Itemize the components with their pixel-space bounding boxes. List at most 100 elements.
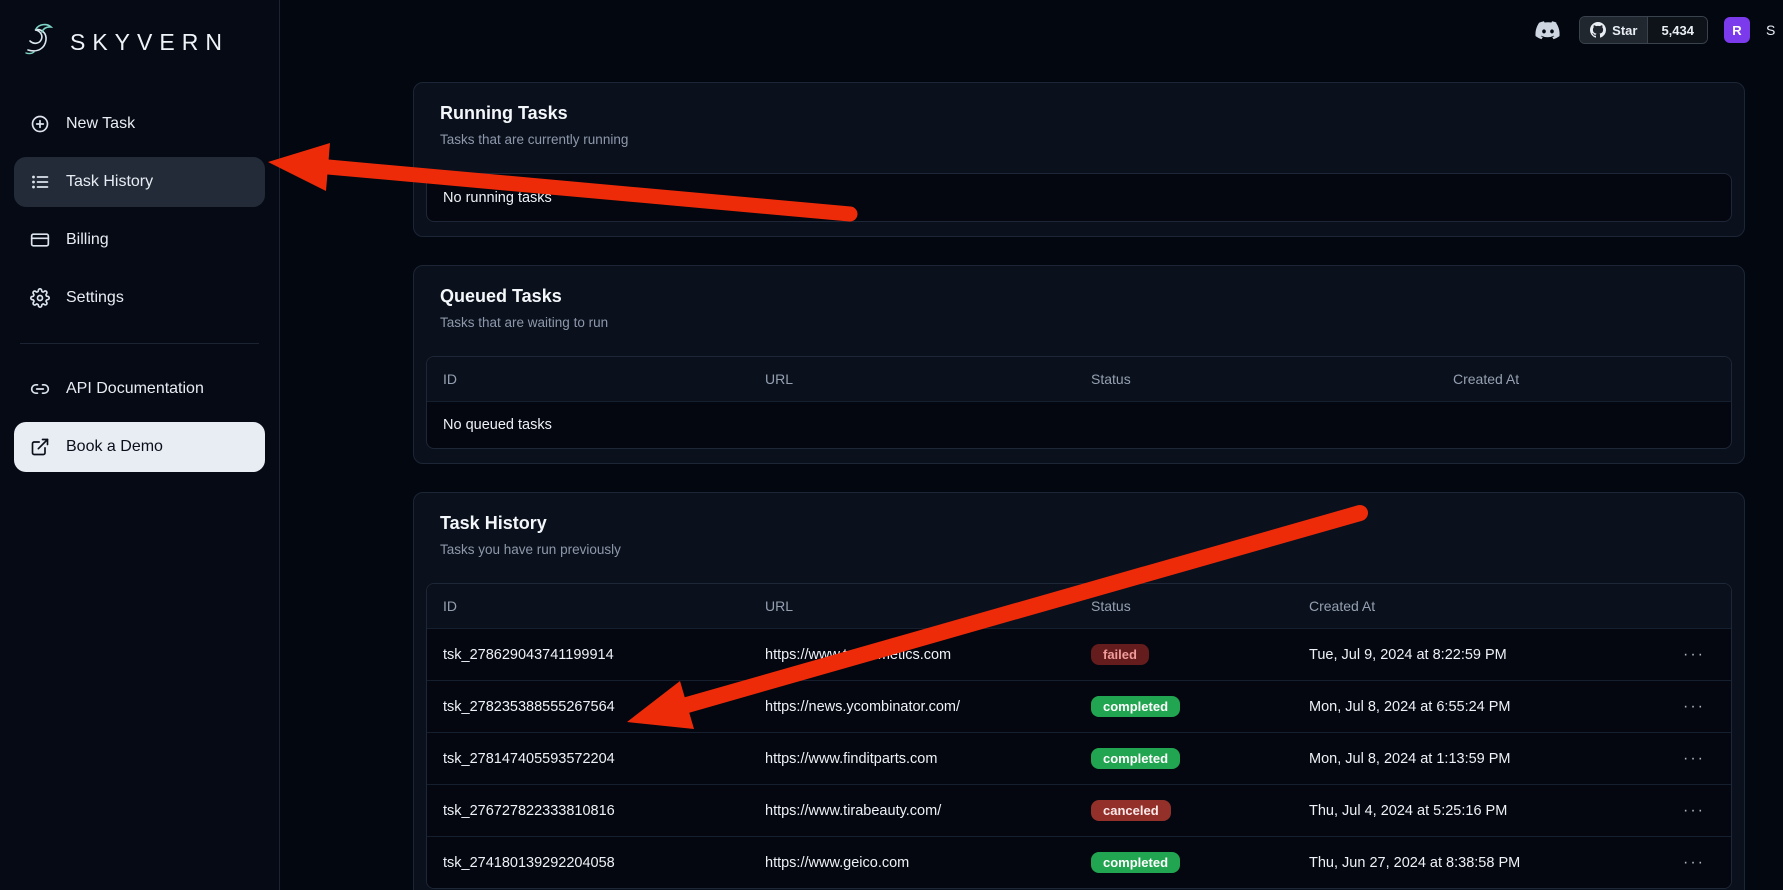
sidebar-item-api-documentation[interactable]: API Documentation bbox=[14, 364, 265, 414]
task-url: https://www.finditparts.com bbox=[749, 751, 1075, 767]
github-star-count: 5,434 bbox=[1647, 17, 1707, 43]
column-header-status: Status bbox=[1075, 371, 1437, 387]
discord-icon[interactable] bbox=[1533, 19, 1563, 41]
task-created-at: Thu, Jul 4, 2024 at 5:25:16 PM bbox=[1293, 803, 1623, 819]
task-actions-cell: ··· bbox=[1623, 698, 1731, 716]
task-id: tsk_278147405593572204 bbox=[427, 751, 749, 767]
column-header-created-at: Created At bbox=[1293, 598, 1623, 614]
empty-message: No queued tasks bbox=[427, 417, 1731, 433]
task-history-header: Task History Tasks you have run previous… bbox=[414, 493, 1744, 575]
gear-icon bbox=[30, 288, 50, 308]
running-tasks-header: Running Tasks Tasks that are currently r… bbox=[414, 83, 1744, 165]
plus-circle-icon bbox=[30, 114, 50, 134]
sidebar-item-label: New Task bbox=[66, 115, 135, 133]
task-status-cell: completed bbox=[1075, 696, 1293, 717]
queued-tasks-table: ID URL Status Created At No queued tasks bbox=[426, 356, 1732, 449]
list-icon bbox=[30, 172, 50, 192]
sidebar-item-label: Book a Demo bbox=[66, 438, 163, 456]
table-header-row: ID URL Status Created At bbox=[427, 584, 1731, 628]
task-actions-cell: ··· bbox=[1623, 646, 1731, 664]
row-actions-button[interactable]: ··· bbox=[1683, 854, 1705, 871]
running-tasks-table: No running tasks bbox=[426, 173, 1732, 222]
task-url: https://www.geico.com bbox=[749, 855, 1075, 871]
task-row[interactable]: tsk_276727822333810816 https://www.tirab… bbox=[427, 784, 1731, 836]
status-badge: completed bbox=[1091, 852, 1180, 873]
sidebar-divider bbox=[20, 343, 259, 344]
task-id: tsk_274180139292204058 bbox=[427, 855, 749, 871]
empty-state-row: No running tasks bbox=[427, 174, 1731, 221]
task-id: tsk_278235388555267564 bbox=[427, 699, 749, 715]
task-url: https://news.ycombinator.com/ bbox=[749, 699, 1075, 715]
status-badge: failed bbox=[1091, 644, 1149, 665]
credit-card-icon bbox=[30, 230, 50, 250]
task-row[interactable]: tsk_278235388555267564 https://news.ycom… bbox=[427, 680, 1731, 732]
status-badge: canceled bbox=[1091, 800, 1171, 821]
task-status-cell: failed bbox=[1075, 644, 1293, 665]
sidebar-item-new-task[interactable]: New Task bbox=[14, 99, 265, 149]
topbar: Star 5,434 R S bbox=[280, 0, 1783, 60]
task-actions-cell: ··· bbox=[1623, 802, 1731, 820]
task-status-cell: completed bbox=[1075, 748, 1293, 769]
github-star-button[interactable]: Star 5,434 bbox=[1579, 16, 1708, 44]
skyvern-logo-icon bbox=[20, 20, 60, 65]
task-created-at: Thu, Jun 27, 2024 at 8:38:58 PM bbox=[1293, 855, 1623, 871]
book-a-demo-button[interactable]: Book a Demo bbox=[14, 422, 265, 472]
task-id: tsk_278629043741199914 bbox=[427, 647, 749, 663]
empty-state-row: No queued tasks bbox=[427, 401, 1731, 448]
task-row[interactable]: tsk_278629043741199914 https://www.tecos… bbox=[427, 628, 1731, 680]
card-subtitle: Tasks you have run previously bbox=[440, 542, 1718, 557]
status-badge: completed bbox=[1091, 748, 1180, 769]
task-actions-cell: ··· bbox=[1623, 854, 1731, 872]
logo: SKYVERN bbox=[14, 16, 265, 91]
card-title: Running Tasks bbox=[440, 103, 1718, 124]
row-actions-button[interactable]: ··· bbox=[1683, 646, 1705, 663]
task-actions-cell: ··· bbox=[1623, 750, 1731, 768]
github-star-label: Star bbox=[1612, 23, 1637, 38]
task-row[interactable]: tsk_274180139292204058 https://www.geico… bbox=[427, 836, 1731, 888]
status-badge: completed bbox=[1091, 696, 1180, 717]
card-title: Task History bbox=[440, 513, 1718, 534]
row-actions-button[interactable]: ··· bbox=[1683, 802, 1705, 819]
card-subtitle: Tasks that are waiting to run bbox=[440, 315, 1718, 330]
task-url: https://www.tirabeauty.com/ bbox=[749, 803, 1075, 819]
column-header-url: URL bbox=[749, 598, 1075, 614]
sidebar-item-label: Settings bbox=[66, 289, 124, 307]
column-header-created-at: Created At bbox=[1437, 371, 1731, 387]
sidebar-item-label: Task History bbox=[66, 173, 153, 191]
sidebar-item-settings[interactable]: Settings bbox=[14, 273, 265, 323]
card-subtitle: Tasks that are currently running bbox=[440, 132, 1718, 147]
running-tasks-card: Running Tasks Tasks that are currently r… bbox=[413, 82, 1745, 237]
task-created-at: Mon, Jul 8, 2024 at 6:55:24 PM bbox=[1293, 699, 1623, 715]
table-header-row: ID URL Status Created At bbox=[427, 357, 1731, 401]
sidebar-item-billing[interactable]: Billing bbox=[14, 215, 265, 265]
column-header-id: ID bbox=[427, 371, 749, 387]
sidebar-item-task-history[interactable]: Task History bbox=[14, 157, 265, 207]
app-root: SKYVERN New Task Task History Billing Se… bbox=[0, 0, 1783, 890]
task-status-cell: completed bbox=[1075, 852, 1293, 873]
column-header-url: URL bbox=[749, 371, 1075, 387]
github-icon bbox=[1590, 22, 1606, 38]
queued-tasks-header: Queued Tasks Tasks that are waiting to r… bbox=[414, 266, 1744, 348]
user-name-truncated: S bbox=[1766, 22, 1779, 38]
task-history-table: ID URL Status Created At tsk_27862904374… bbox=[426, 583, 1732, 889]
row-actions-button[interactable]: ··· bbox=[1683, 750, 1705, 767]
task-row[interactable]: tsk_278147405593572204 https://www.findi… bbox=[427, 732, 1731, 784]
main-content: Star 5,434 R S Running Tasks Tasks that … bbox=[280, 0, 1783, 890]
task-url: https://www.tecosmetics.com bbox=[749, 647, 1075, 663]
row-actions-button[interactable]: ··· bbox=[1683, 698, 1705, 715]
sidebar-nav: New Task Task History Billing Settings A… bbox=[14, 99, 265, 472]
sidebar-item-label: Billing bbox=[66, 231, 109, 249]
queued-tasks-card: Queued Tasks Tasks that are waiting to r… bbox=[413, 265, 1745, 464]
external-link-icon bbox=[30, 437, 50, 457]
cards-container: Running Tasks Tasks that are currently r… bbox=[280, 60, 1783, 890]
column-header-id: ID bbox=[427, 598, 749, 614]
task-created-at: Mon, Jul 8, 2024 at 1:13:59 PM bbox=[1293, 751, 1623, 767]
user-avatar[interactable]: R bbox=[1724, 17, 1750, 43]
link-icon bbox=[30, 379, 50, 399]
task-created-at: Tue, Jul 9, 2024 at 8:22:59 PM bbox=[1293, 647, 1623, 663]
task-history-card: Task History Tasks you have run previous… bbox=[413, 492, 1745, 890]
task-id: tsk_276727822333810816 bbox=[427, 803, 749, 819]
column-header-status: Status bbox=[1075, 598, 1293, 614]
task-status-cell: canceled bbox=[1075, 800, 1293, 821]
sidebar-item-label: API Documentation bbox=[66, 380, 204, 398]
